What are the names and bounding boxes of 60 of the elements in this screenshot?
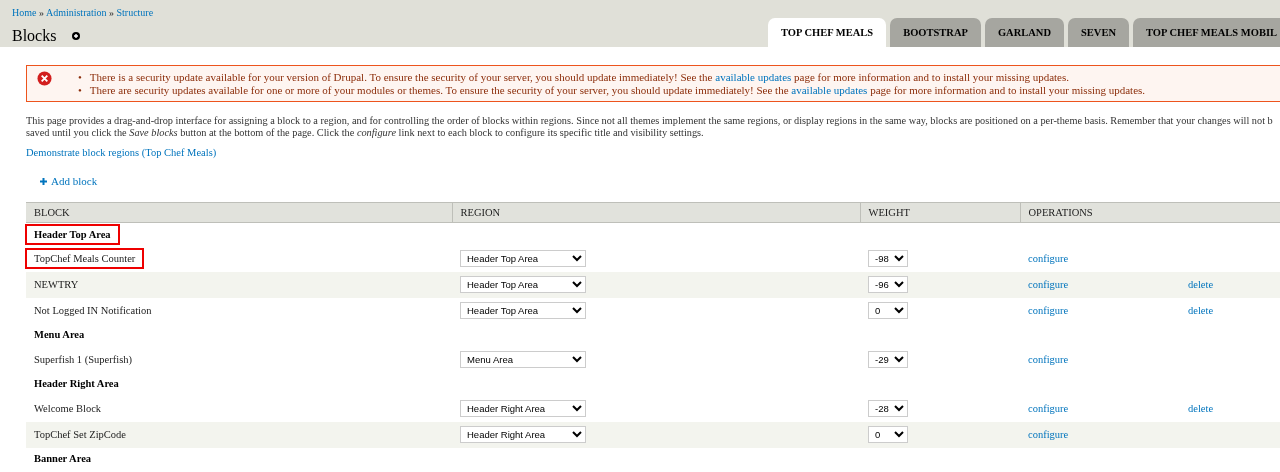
region-select[interactable]: Header Top Area bbox=[460, 276, 586, 294]
configure-link[interactable]: configure bbox=[1028, 353, 1069, 365]
column-header: OPERATIONS bbox=[1020, 202, 1280, 223]
configure-link[interactable]: configure bbox=[1028, 428, 1069, 440]
region-select[interactable]: Header Right Area bbox=[460, 400, 586, 418]
block-name: TopChef Set ZipCode bbox=[34, 428, 126, 440]
block-name: Welcome Block bbox=[34, 402, 102, 414]
delete-link[interactable]: delete bbox=[1188, 278, 1214, 290]
weight-select[interactable]: -98 bbox=[868, 250, 908, 268]
message-text: There are security updates available for one or more of your modules or themes. To ensure the security of your server, you should update immediately! See the available updates page for more information and to install your missing updates. bbox=[89, 84, 1146, 97]
theme-tab[interactable]: GARLAND bbox=[984, 18, 1064, 47]
add-block-text: Add block bbox=[51, 174, 98, 189]
region-select[interactable]: Header Right Area bbox=[460, 426, 586, 444]
description-text: This page provides a drag-and-drop interface for assigning a block to a region, and for controlling the order of blocks within regions. Since not all themes implement the same regions, or display regions in the same way, blocks are positioned on a per-theme basis. Remember that your changes will not b bbox=[26, 115, 1274, 127]
column-header: REGION bbox=[452, 202, 860, 223]
available-updates-link[interactable]: available updates bbox=[715, 71, 792, 83]
block-name: Not Logged IN Notification bbox=[34, 304, 152, 316]
region-heading: Header Top Area bbox=[28, 226, 117, 242]
weight-select[interactable]: 0 bbox=[868, 302, 908, 320]
configure-link[interactable]: configure bbox=[1028, 252, 1069, 264]
add-block-link[interactable]: Add block bbox=[40, 173, 98, 190]
region-select[interactable]: Menu Area bbox=[460, 351, 586, 369]
weight-select[interactable]: 0 bbox=[868, 426, 908, 444]
error-icon bbox=[37, 71, 52, 86]
delete-link[interactable]: delete bbox=[1188, 402, 1214, 414]
delete-link[interactable]: delete bbox=[1188, 304, 1214, 316]
configure-link[interactable]: configure bbox=[1028, 402, 1069, 414]
theme-tab[interactable]: TOP CHEF MEALS MOBIL bbox=[1133, 18, 1280, 47]
weight-select[interactable]: -96 bbox=[868, 276, 908, 294]
region-heading: Header Right Area bbox=[34, 378, 119, 390]
column-header: WEIGHT bbox=[860, 202, 1020, 223]
breadcrumb-link[interactable]: Structure bbox=[116, 7, 154, 18]
breadcrumb-separator: » bbox=[107, 7, 115, 18]
breadcrumb-link[interactable]: Administration bbox=[45, 7, 107, 18]
block-name: TopChef Meals Counter bbox=[28, 250, 142, 266]
region-heading: Menu Area bbox=[34, 329, 85, 341]
theme-tab[interactable]: BOOTSTRAP bbox=[890, 18, 981, 47]
plus-icon bbox=[40, 177, 47, 185]
theme-tab[interactable]: SEVEN bbox=[1068, 18, 1129, 47]
bullet: • bbox=[78, 84, 82, 97]
region-heading: Banner Area bbox=[34, 453, 92, 465]
theme-tab[interactable]: TOP CHEF MEALS bbox=[767, 18, 887, 47]
configure-link[interactable]: configure bbox=[1028, 304, 1069, 316]
region-select[interactable]: Header Top Area bbox=[460, 250, 586, 268]
weight-select[interactable]: -28 bbox=[868, 400, 908, 418]
add-shortcut-icon[interactable] bbox=[72, 32, 81, 40]
description-text: saved until you click the Save blocks button at the bottom of the page. Click the configure link next to each block to configure its specific title and visibility settings. bbox=[26, 127, 705, 139]
column-header: BLOCK bbox=[26, 202, 452, 223]
weight-select[interactable]: -29 bbox=[868, 351, 908, 369]
region-select[interactable]: Header Top Area bbox=[460, 302, 586, 320]
configure-link[interactable]: configure bbox=[1028, 278, 1069, 290]
demonstrate-link[interactable]: Demonstrate block regions (Top Chef Meals) bbox=[26, 147, 217, 158]
block-name: NEWTRY bbox=[34, 278, 79, 290]
bullet: • bbox=[78, 71, 82, 84]
breadcrumb-separator: » bbox=[37, 7, 45, 18]
available-updates-link[interactable]: available updates bbox=[791, 84, 868, 96]
block-name: Superfish 1 (Superfish) bbox=[34, 353, 132, 365]
message-text: There is a security update available for your version of Drupal. To ensure the security of your server, you should update immediately! See the available updates page for more information and to install your missing updates. bbox=[89, 71, 1069, 84]
page-title: Blocks bbox=[12, 26, 57, 46]
breadcrumb-link[interactable]: Home bbox=[12, 7, 37, 18]
